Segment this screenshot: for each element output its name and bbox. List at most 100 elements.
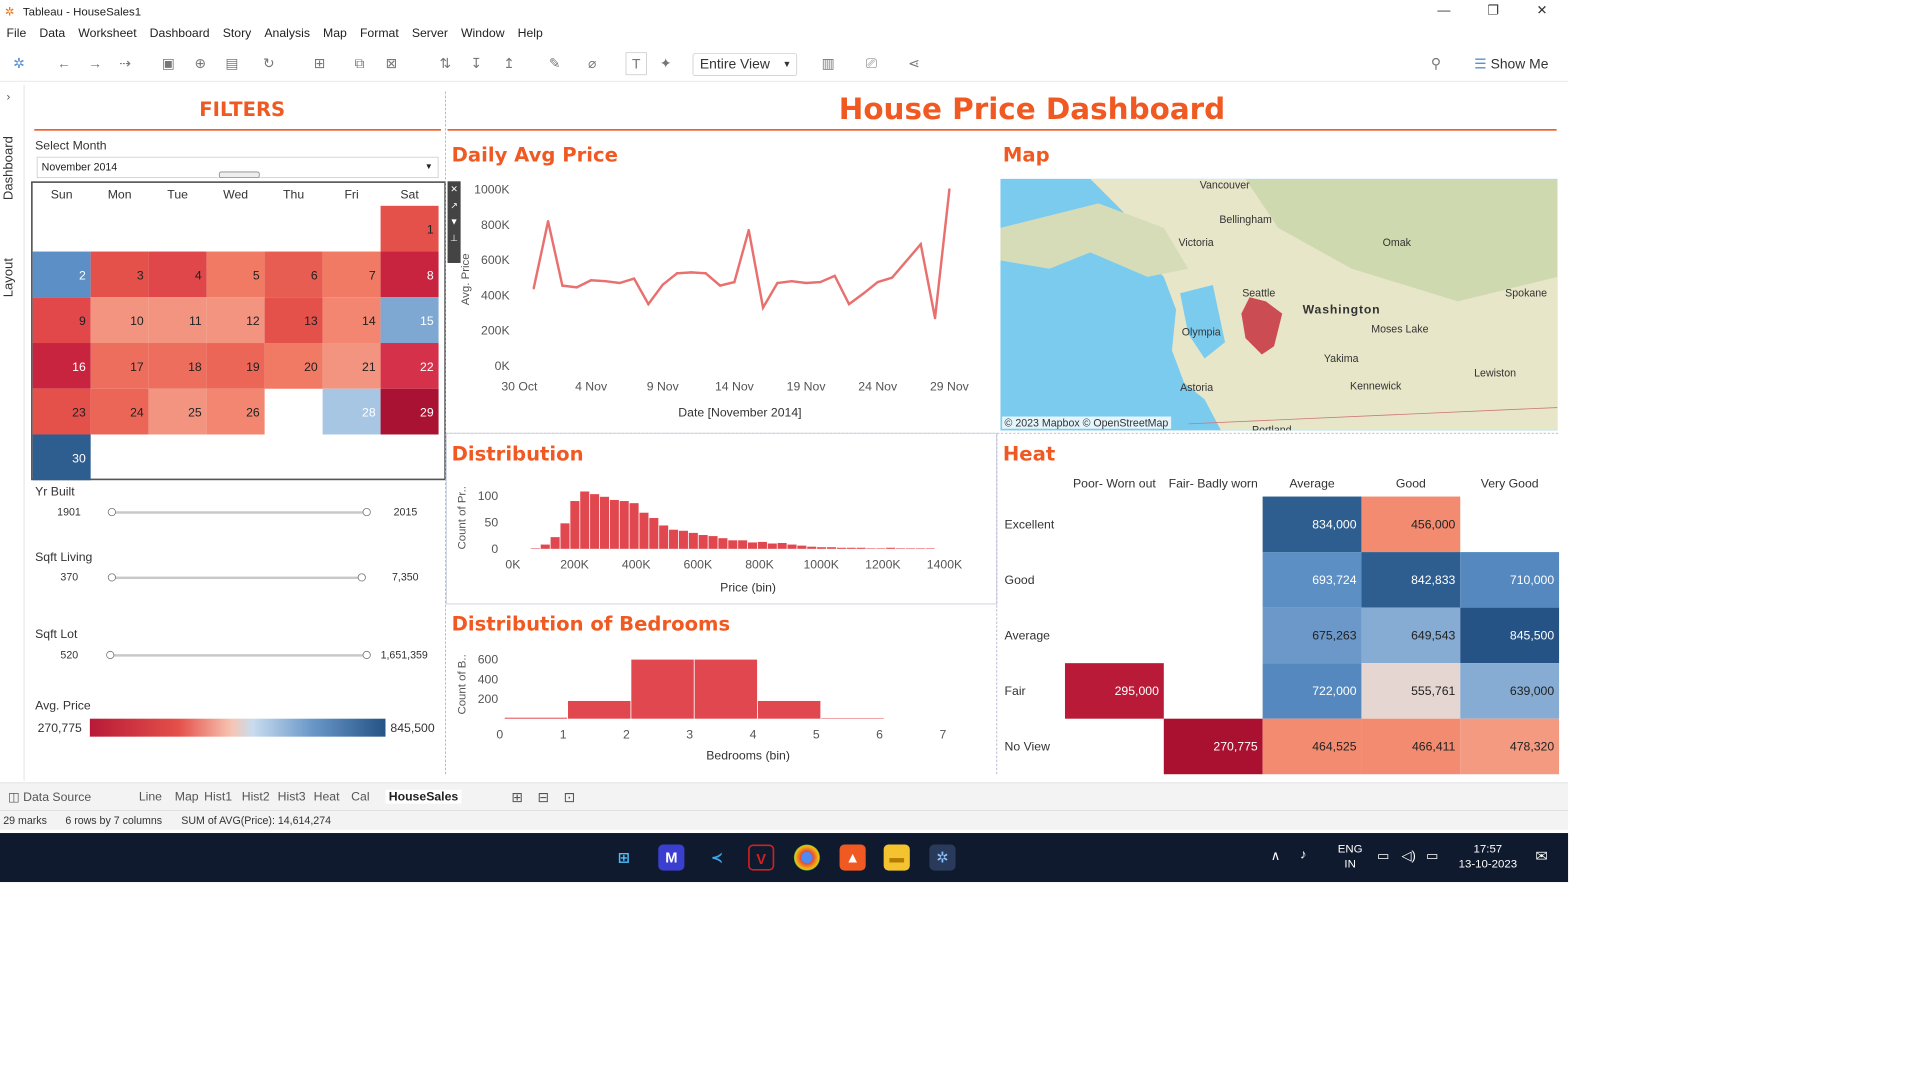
start-icon[interactable]: ⊞ — [611, 844, 637, 870]
duplicate-icon[interactable]: ⧉ — [354, 52, 364, 75]
calendar-day-cell[interactable]: 18 — [148, 343, 207, 389]
histogram-bar[interactable] — [817, 547, 827, 549]
menu-help[interactable]: Help — [511, 26, 549, 40]
calendar-day-cell[interactable]: 15 — [380, 297, 439, 344]
heat-cell[interactable]: 295,000 — [1064, 663, 1164, 719]
share-icon[interactable]: ⋖ — [908, 52, 920, 75]
heat-cell[interactable]: 478,320 — [1460, 718, 1560, 775]
histogram-bar[interactable] — [807, 546, 817, 549]
line-point[interactable] — [819, 280, 822, 284]
histogram-bar[interactable] — [649, 518, 659, 549]
calendar-day-cell[interactable]: 22 — [380, 343, 439, 389]
heat-cell[interactable]: 270,775 — [1163, 718, 1263, 775]
calendar-day-cell[interactable]: 9 — [32, 297, 91, 344]
menu-analysis[interactable]: Analysis — [258, 26, 317, 40]
calendar-day-cell[interactable]: 16 — [32, 343, 91, 389]
sheet-tab-housesales[interactable]: HouseSales — [385, 789, 462, 804]
histogram-bar[interactable] — [915, 548, 925, 549]
expand-chevron-icon[interactable]: › — [7, 90, 11, 103]
line-point[interactable] — [790, 279, 793, 283]
show-labels-icon[interactable]: T — [625, 52, 647, 76]
calendar-day-cell[interactable]: 24 — [90, 388, 149, 435]
network-icon[interactable]: ▭ — [1377, 848, 1389, 864]
sort-descending-icon[interactable]: ↥ — [503, 52, 515, 75]
calendar-day-cell[interactable]: 28 — [322, 388, 381, 435]
line-point[interactable] — [575, 286, 578, 289]
menu-map[interactable]: Map — [317, 26, 354, 40]
volume-icon[interactable]: ◁) — [1401, 848, 1415, 864]
menu-server[interactable]: Server — [405, 26, 454, 40]
line-point[interactable] — [876, 280, 879, 284]
histogram-bar[interactable] — [550, 537, 560, 549]
heat-cell[interactable]: 639,000 — [1460, 663, 1560, 719]
histogram-bar[interactable] — [560, 523, 570, 549]
calendar-day-cell[interactable]: 10 — [90, 297, 149, 344]
sqft-living-slider[interactable] — [107, 573, 366, 582]
calendar-day-cell[interactable]: 8 — [380, 251, 439, 298]
histogram-bar[interactable] — [905, 548, 915, 549]
heat-cell[interactable]: 834,000 — [1262, 496, 1362, 553]
pin-icon[interactable]: ⚲ — [1431, 52, 1441, 75]
histogram-bar[interactable] — [688, 532, 698, 549]
sheet-tab-heat[interactable]: Heat — [314, 790, 340, 804]
menu-dashboard[interactable]: Dashboard — [143, 26, 216, 40]
tableau-taskbar-icon[interactable]: ✲ — [929, 844, 956, 871]
histogram-bar[interactable] — [619, 501, 629, 549]
clock[interactable]: 17:57 13-10-2023 — [1459, 841, 1517, 870]
menu-format[interactable]: Format — [353, 26, 405, 40]
line-point[interactable] — [532, 287, 535, 290]
line-point[interactable] — [919, 242, 922, 246]
histogram-bar[interactable] — [678, 530, 688, 549]
calendar-day-cell[interactable]: 4 — [148, 251, 207, 298]
calendar-day-cell[interactable]: 30 — [32, 434, 91, 481]
restore-button[interactable]: ❐ — [1470, 0, 1516, 23]
replay-icon[interactable]: ⇢ — [119, 52, 131, 75]
fit-select[interactable]: Entire View ▼ — [692, 53, 798, 76]
avg-price-line[interactable] — [532, 189, 951, 319]
clear-sheet-icon[interactable]: ⊠ — [385, 52, 397, 75]
calendar-day-cell[interactable]: 1 — [380, 205, 439, 252]
histogram-bar[interactable] — [570, 501, 580, 549]
cards-icon[interactable]: ▥ — [822, 52, 835, 75]
line-point[interactable] — [561, 284, 564, 287]
swap-icon[interactable]: ⇅ — [439, 52, 451, 75]
slider-max-handle[interactable] — [357, 573, 366, 582]
slider-min-handle[interactable] — [107, 507, 116, 517]
line-point[interactable] — [761, 306, 765, 309]
histogram-bar[interactable] — [886, 547, 896, 549]
menu-data[interactable]: Data — [33, 26, 72, 40]
line-point[interactable] — [690, 271, 693, 274]
vscode-icon[interactable]: ≺ — [704, 844, 730, 870]
histogram-bar[interactable] — [856, 547, 866, 549]
heat-cell[interactable]: 710,000 — [1460, 552, 1560, 608]
slider-max-handle[interactable] — [362, 507, 371, 517]
tab-dashboard[interactable]: Dashboard — [2, 127, 23, 209]
line-point[interactable] — [776, 281, 779, 285]
line-point[interactable] — [618, 281, 621, 285]
heat-cell[interactable]: 456,000 — [1361, 496, 1461, 553]
histogram-bar[interactable] — [639, 512, 649, 549]
line-point[interactable] — [718, 284, 722, 287]
heat-cell[interactable]: 722,000 — [1262, 663, 1362, 719]
histogram-bar[interactable] — [925, 548, 935, 549]
calendar-day-cell[interactable]: 2 — [32, 251, 91, 298]
new-story-tab-icon[interactable]: ⊡ — [564, 790, 576, 806]
sheet-tab-hist2[interactable]: Hist2 — [242, 790, 270, 804]
calendar-day-cell[interactable]: 29 — [380, 388, 439, 435]
calendar-day-cell[interactable]: 7 — [322, 251, 381, 298]
calendar-day-cell[interactable]: 20 — [264, 343, 323, 389]
show-me-button[interactable]: ☰ Show Me — [1474, 53, 1548, 76]
sheet-tab-hist3[interactable]: Hist3 — [278, 790, 306, 804]
histogram-bar[interactable] — [797, 545, 807, 549]
histogram-bar[interactable] — [767, 543, 777, 549]
heat-cell[interactable]: 693,724 — [1262, 552, 1362, 608]
line-point[interactable] — [661, 283, 664, 286]
yr-built-slider[interactable] — [107, 507, 371, 517]
pause-updates-icon[interactable]: ▤ — [225, 52, 238, 75]
sheet-tab-map[interactable]: Map — [175, 790, 199, 804]
menu-story[interactable]: Story — [216, 26, 258, 40]
bedroom-bar[interactable] — [694, 659, 758, 719]
drag-handle[interactable] — [218, 171, 260, 179]
line-point[interactable] — [675, 272, 679, 275]
histogram-bar[interactable] — [669, 529, 679, 549]
